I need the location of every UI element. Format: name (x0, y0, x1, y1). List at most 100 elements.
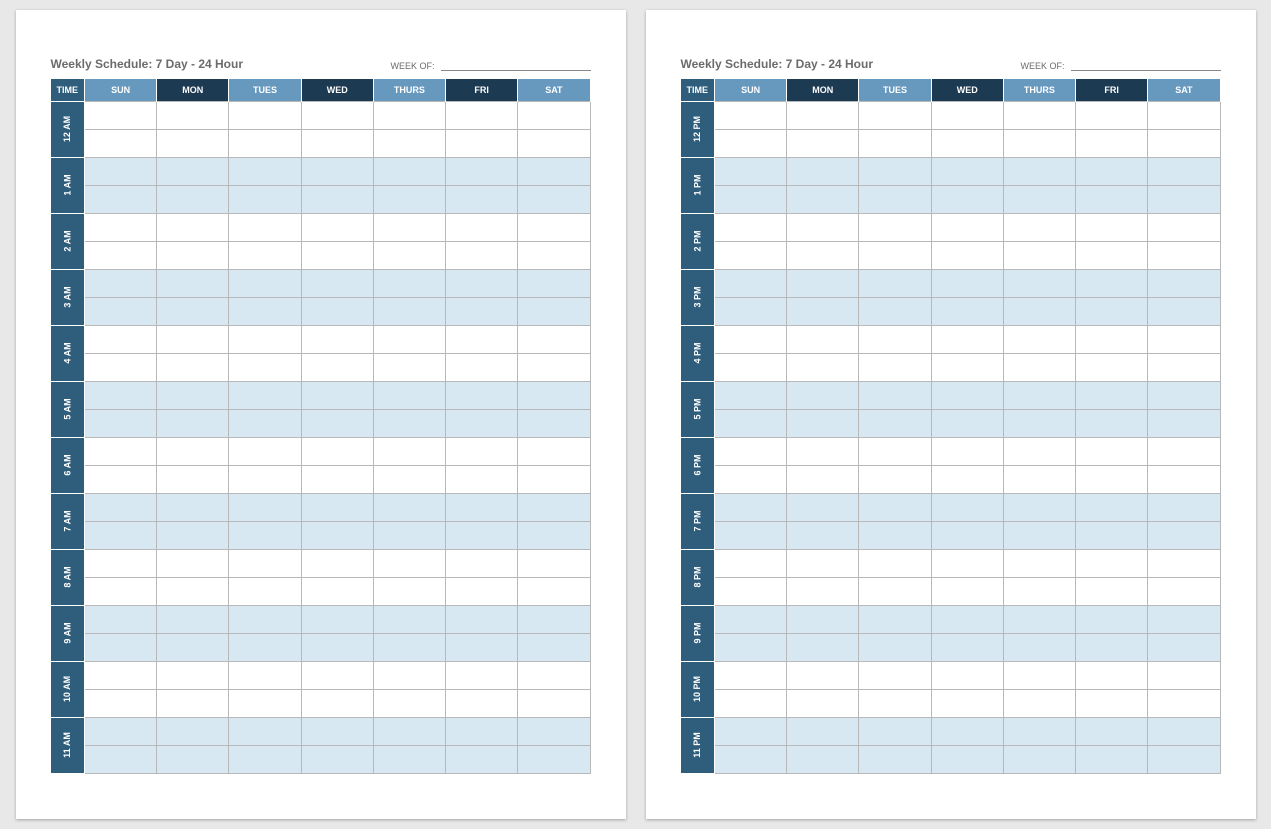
schedule-cell[interactable] (301, 689, 373, 717)
schedule-cell[interactable] (518, 605, 590, 633)
schedule-cell[interactable] (157, 325, 229, 353)
schedule-cell[interactable] (446, 325, 518, 353)
schedule-cell[interactable] (787, 549, 859, 577)
schedule-cell[interactable] (715, 493, 787, 521)
schedule-cell[interactable] (85, 185, 157, 213)
schedule-cell[interactable] (931, 297, 1003, 325)
schedule-cell[interactable] (859, 129, 931, 157)
schedule-cell[interactable] (1003, 325, 1075, 353)
schedule-cell[interactable] (157, 437, 229, 465)
schedule-cell[interactable] (715, 521, 787, 549)
schedule-cell[interactable] (715, 465, 787, 493)
schedule-cell[interactable] (518, 549, 590, 577)
schedule-cell[interactable] (1003, 381, 1075, 409)
schedule-cell[interactable] (787, 465, 859, 493)
schedule-cell[interactable] (373, 101, 445, 129)
schedule-cell[interactable] (157, 241, 229, 269)
schedule-cell[interactable] (301, 241, 373, 269)
schedule-cell[interactable] (518, 493, 590, 521)
schedule-cell[interactable] (1148, 577, 1220, 605)
schedule-cell[interactable] (373, 353, 445, 381)
schedule-cell[interactable] (1076, 297, 1148, 325)
schedule-cell[interactable] (518, 101, 590, 129)
schedule-cell[interactable] (85, 353, 157, 381)
schedule-cell[interactable] (715, 381, 787, 409)
schedule-cell[interactable] (518, 353, 590, 381)
schedule-cell[interactable] (373, 185, 445, 213)
schedule-cell[interactable] (373, 129, 445, 157)
schedule-cell[interactable] (1148, 101, 1220, 129)
schedule-cell[interactable] (446, 689, 518, 717)
schedule-cell[interactable] (1076, 605, 1148, 633)
schedule-cell[interactable] (518, 269, 590, 297)
schedule-cell[interactable] (1003, 633, 1075, 661)
schedule-cell[interactable] (85, 101, 157, 129)
schedule-cell[interactable] (301, 213, 373, 241)
schedule-cell[interactable] (859, 661, 931, 689)
schedule-cell[interactable] (859, 157, 931, 185)
schedule-cell[interactable] (1003, 409, 1075, 437)
schedule-cell[interactable] (229, 157, 301, 185)
schedule-cell[interactable] (229, 465, 301, 493)
schedule-cell[interactable] (1148, 353, 1220, 381)
schedule-cell[interactable] (787, 269, 859, 297)
schedule-cell[interactable] (373, 549, 445, 577)
schedule-cell[interactable] (301, 577, 373, 605)
schedule-cell[interactable] (931, 549, 1003, 577)
schedule-cell[interactable] (1003, 717, 1075, 745)
schedule-cell[interactable] (85, 633, 157, 661)
schedule-cell[interactable] (1148, 745, 1220, 773)
schedule-cell[interactable] (859, 409, 931, 437)
schedule-cell[interactable] (446, 437, 518, 465)
schedule-cell[interactable] (931, 437, 1003, 465)
schedule-cell[interactable] (931, 465, 1003, 493)
schedule-cell[interactable] (157, 493, 229, 521)
week-of-input-line[interactable] (1071, 61, 1221, 71)
schedule-cell[interactable] (85, 521, 157, 549)
schedule-cell[interactable] (301, 185, 373, 213)
schedule-cell[interactable] (787, 297, 859, 325)
schedule-cell[interactable] (301, 353, 373, 381)
schedule-cell[interactable] (85, 409, 157, 437)
schedule-cell[interactable] (859, 577, 931, 605)
schedule-cell[interactable] (157, 717, 229, 745)
schedule-cell[interactable] (715, 101, 787, 129)
schedule-cell[interactable] (931, 269, 1003, 297)
schedule-cell[interactable] (859, 381, 931, 409)
schedule-cell[interactable] (931, 577, 1003, 605)
schedule-cell[interactable] (1003, 493, 1075, 521)
schedule-cell[interactable] (446, 213, 518, 241)
schedule-cell[interactable] (301, 269, 373, 297)
schedule-cell[interactable] (1148, 493, 1220, 521)
schedule-cell[interactable] (518, 437, 590, 465)
schedule-cell[interactable] (1076, 241, 1148, 269)
schedule-cell[interactable] (715, 745, 787, 773)
schedule-cell[interactable] (157, 745, 229, 773)
schedule-cell[interactable] (1148, 213, 1220, 241)
schedule-cell[interactable] (1003, 213, 1075, 241)
schedule-cell[interactable] (1076, 185, 1148, 213)
schedule-cell[interactable] (931, 213, 1003, 241)
schedule-cell[interactable] (157, 129, 229, 157)
schedule-cell[interactable] (518, 157, 590, 185)
schedule-cell[interactable] (157, 185, 229, 213)
schedule-cell[interactable] (157, 297, 229, 325)
schedule-cell[interactable] (1076, 577, 1148, 605)
schedule-cell[interactable] (787, 213, 859, 241)
schedule-cell[interactable] (446, 465, 518, 493)
schedule-cell[interactable] (1076, 101, 1148, 129)
schedule-cell[interactable] (85, 745, 157, 773)
schedule-cell[interactable] (157, 381, 229, 409)
schedule-cell[interactable] (859, 549, 931, 577)
schedule-cell[interactable] (373, 605, 445, 633)
schedule-cell[interactable] (373, 437, 445, 465)
schedule-cell[interactable] (1003, 241, 1075, 269)
week-of-input-line[interactable] (441, 61, 591, 71)
schedule-cell[interactable] (157, 689, 229, 717)
schedule-cell[interactable] (859, 745, 931, 773)
schedule-cell[interactable] (1003, 745, 1075, 773)
schedule-cell[interactable] (229, 353, 301, 381)
schedule-cell[interactable] (1003, 101, 1075, 129)
schedule-cell[interactable] (85, 549, 157, 577)
schedule-cell[interactable] (859, 325, 931, 353)
